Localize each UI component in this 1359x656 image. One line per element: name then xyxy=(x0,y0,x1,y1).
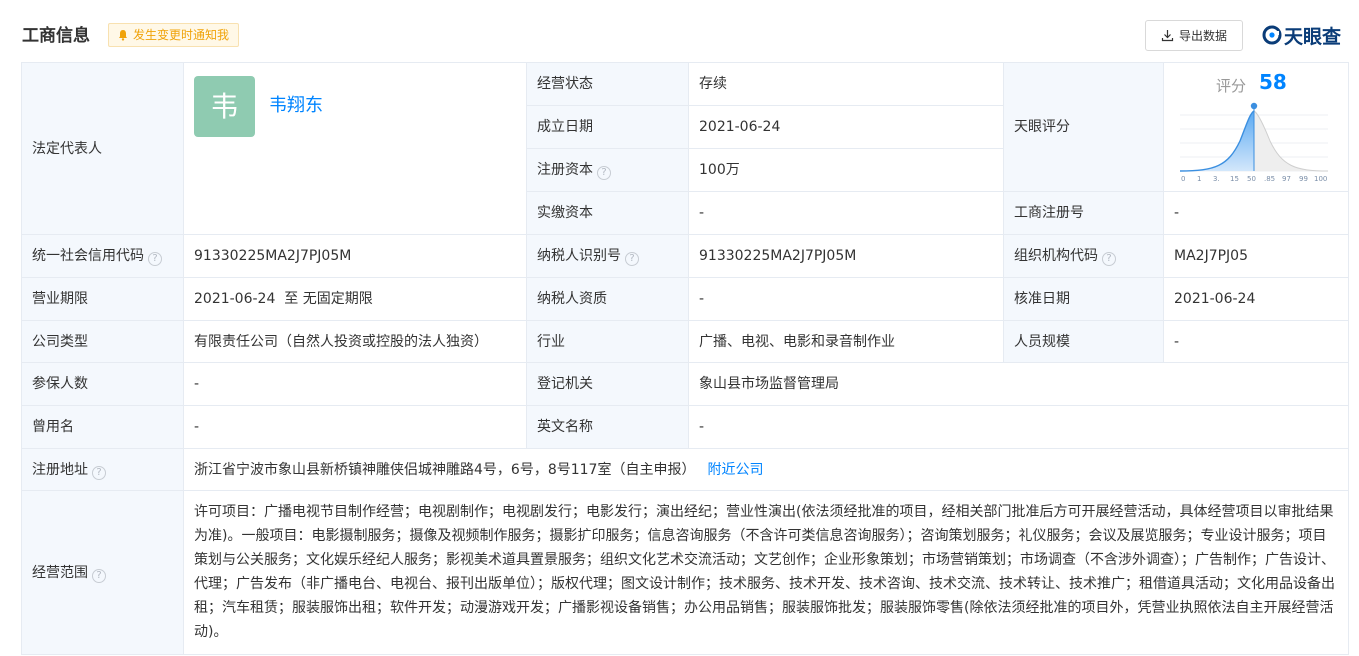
score-area-filled xyxy=(1180,111,1254,171)
taxpayer-id-label-cell: 纳税人识别号? xyxy=(526,234,689,278)
legal-rep-avatar[interactable]: 韦 xyxy=(194,76,255,137)
help-icon[interactable]: ? xyxy=(1102,252,1116,266)
score-axis-tick: 50 xyxy=(1247,175,1256,183)
address-label-cell: 注册地址? xyxy=(21,448,184,491)
help-icon[interactable]: ? xyxy=(148,252,162,266)
score-axis-tick: 100 xyxy=(1314,175,1327,183)
insured-value: - xyxy=(183,362,527,406)
business-term-value: 2021-06-24 至 无固定期限 xyxy=(183,277,527,321)
change-notify-label: 发生变更时通知我 xyxy=(133,28,230,42)
industry-label: 行业 xyxy=(526,320,689,363)
english-name-label: 英文名称 xyxy=(526,405,689,449)
org-code-value: MA2J7PJ05 xyxy=(1163,234,1349,278)
logo-text: 天眼查 xyxy=(1284,25,1342,48)
address-label: 注册地址 xyxy=(32,461,88,478)
business-info-table: 法定代表人 韦 韦翔东 经营状态 存续 天眼评分 评分 58 0 1 3. 15… xyxy=(21,62,1349,655)
approval-date-label: 核准日期 xyxy=(1003,277,1164,321)
score-axis-tick: 99 xyxy=(1299,175,1308,183)
legal-rep-name-link[interactable]: 韦翔东 xyxy=(269,95,323,117)
change-notify-button[interactable]: 发生变更时通知我 xyxy=(108,23,240,47)
section-header: 工商信息 发生变更时通知我 导出数据 天眼查 xyxy=(0,0,1359,62)
scope-value: 许可项目：广播电视节目制作经营；电视剧制作；电视剧发行；电影发行；演出经纪；营业… xyxy=(183,490,1349,655)
legal-rep-cell: 韦 韦翔东 xyxy=(183,62,527,235)
score-axis-tick: 1 xyxy=(1197,175,1201,183)
credit-code-value: 91330225MA2J7PJ05M xyxy=(183,234,527,278)
section-title: 工商信息 xyxy=(22,26,90,46)
nearby-companies-link[interactable]: 附近公司 xyxy=(707,462,763,478)
tianyancha-logo-icon xyxy=(1262,25,1282,45)
english-name-value: - xyxy=(688,405,1349,449)
business-term-label: 营业期限 xyxy=(21,277,184,321)
legal-rep-label: 法定代表人 xyxy=(21,62,184,235)
reg-capital-value: 100万 xyxy=(688,148,1004,192)
org-code-label: 组织机构代码 xyxy=(1014,248,1098,264)
score-axis-tick: 3. xyxy=(1213,175,1220,183)
former-name-value: - xyxy=(183,405,527,449)
score-axis-tick: 97 xyxy=(1282,175,1291,183)
score-axis-tick: 15 xyxy=(1230,175,1239,183)
export-data-label: 导出数据 xyxy=(1178,29,1227,43)
taxpayer-id-label: 纳税人识别号 xyxy=(537,248,621,264)
score-caption: 评分 xyxy=(1216,77,1247,95)
reg-authority-value: 象山县市场监督管理局 xyxy=(688,362,1349,406)
paid-capital-value: - xyxy=(688,191,1004,235)
help-icon[interactable]: ? xyxy=(597,166,611,180)
credit-code-label-cell: 统一社会信用代码? xyxy=(21,234,184,278)
taxpayer-qual-label: 纳税人资质 xyxy=(526,277,689,321)
company-type-value: 有限责任公司（自然人投资或控股的法人独资） xyxy=(183,320,527,363)
score-area-rest xyxy=(1254,111,1328,171)
help-icon[interactable]: ? xyxy=(625,252,639,266)
reg-number-value: - xyxy=(1163,191,1349,235)
address-value: 浙江省宁波市象山县新桥镇神雕侠侣城神雕路4号，6号，8号117室（自主申报） xyxy=(194,461,696,478)
score-axis-tick: 0 xyxy=(1181,175,1185,183)
scope-label-cell: 经营范围? xyxy=(21,490,184,655)
reg-capital-label-cell: 注册资本? xyxy=(526,148,689,192)
org-code-label-cell: 组织机构代码? xyxy=(1003,234,1164,278)
score-axis-tick: .85 xyxy=(1264,175,1275,183)
reg-number-label: 工商注册号 xyxy=(1003,191,1164,235)
tianyan-score-label: 天眼评分 xyxy=(1003,62,1164,192)
address-cell: 浙江省宁波市象山县新桥镇神雕侠侣城神雕路4号，6号，8号117室（自主申报） 附近… xyxy=(183,448,1349,491)
approval-date-value: 2021-06-24 xyxy=(1163,277,1349,321)
scope-label: 经营范围 xyxy=(32,564,88,581)
score-distribution-chart: 0 1 3. 15 50 .85 97 99 100 xyxy=(1180,102,1329,183)
credit-code-label: 统一社会信用代码 xyxy=(32,248,144,264)
score-marker-icon xyxy=(1250,102,1258,110)
help-icon[interactable]: ? xyxy=(92,465,106,480)
staff-size-value: - xyxy=(1163,320,1349,363)
founded-value: 2021-06-24 xyxy=(688,105,1004,149)
score-value: 58 xyxy=(1259,70,1287,94)
export-data-button[interactable]: 导出数据 xyxy=(1145,20,1243,51)
help-icon[interactable]: ? xyxy=(92,568,106,583)
download-icon xyxy=(1161,30,1174,42)
former-name-label: 曾用名 xyxy=(21,405,184,449)
status-value: 存续 xyxy=(688,62,1004,106)
bell-icon xyxy=(119,30,127,41)
status-label: 经营状态 xyxy=(526,62,689,106)
staff-size-label: 人员规模 xyxy=(1003,320,1164,363)
paid-capital-label: 实缴资本 xyxy=(526,191,689,235)
insured-label: 参保人数 xyxy=(21,362,184,406)
reg-authority-label: 登记机关 xyxy=(526,362,689,406)
tianyan-score-cell[interactable]: 评分 58 0 1 3. 15 50 .85 97 99 100 xyxy=(1163,62,1349,192)
taxpayer-id-value: 91330225MA2J7PJ05M xyxy=(688,234,1004,278)
company-type-label: 公司类型 xyxy=(21,320,184,363)
industry-value: 广播、电视、电影和录音制作业 xyxy=(688,320,1004,363)
reg-capital-label: 注册资本 xyxy=(537,162,593,178)
tianyancha-logo[interactable]: 天眼查 xyxy=(1262,22,1341,48)
founded-label: 成立日期 xyxy=(526,105,689,149)
taxpayer-qual-value: - xyxy=(688,277,1004,321)
